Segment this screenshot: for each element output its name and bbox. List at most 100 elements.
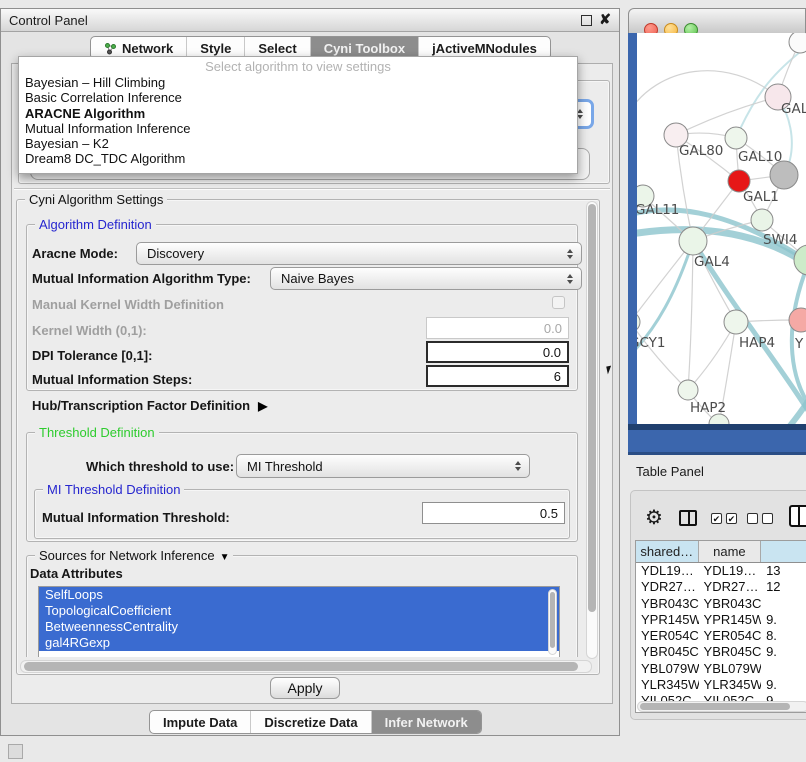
node-label: SWI4 (763, 232, 798, 248)
node-label: GAL (781, 101, 806, 117)
mi-steps-field[interactable]: 6 (426, 365, 569, 387)
algorithm-item[interactable]: ARACNE Algorithm (19, 106, 577, 121)
tab-label: Style (200, 41, 231, 56)
network-window-titlebar[interactable] (628, 8, 806, 33)
table-cell: YBR045C (699, 644, 762, 660)
attribute-item[interactable]: gal4RGexp (39, 635, 559, 651)
table-cell: 13 (761, 563, 806, 579)
deselect-all-checkbox-icon[interactable] (762, 513, 773, 524)
column-header[interactable]: name (699, 541, 762, 562)
scrollbar-thumb[interactable] (640, 703, 790, 710)
select-all-checkbox-icon[interactable]: ✔ (711, 513, 722, 524)
tab-label: Select (258, 41, 296, 56)
dpi-tolerance-field[interactable]: 0.0 (426, 341, 569, 363)
column-header[interactable] (761, 541, 806, 562)
manual-kernel-checkbox[interactable] (552, 296, 565, 309)
deselect-all-checkbox-icon[interactable] (747, 513, 758, 524)
network-node[interactable] (770, 161, 798, 189)
mi-threshold-field[interactable]: 0.5 (422, 502, 565, 524)
algorithm-item[interactable]: Bayesian – K2 (19, 136, 577, 151)
network-node-swi4[interactable] (751, 209, 773, 231)
sources-title[interactable]: Sources for Network Inference▼ (35, 548, 233, 563)
column-layout-icon[interactable] (679, 510, 697, 526)
aracne-mode-combo[interactable]: Discovery (136, 242, 582, 265)
algorithm-item[interactable]: Basic Correlation Inference (19, 90, 577, 105)
control-panel-title: Control Panel (9, 13, 88, 28)
hub-section-label: Hub/Transcription Factor Definition (32, 398, 250, 413)
select-all-checkbox-icon[interactable]: ✔ (726, 513, 737, 524)
node-label: GCY1 (637, 335, 666, 351)
scrollbar-thumb[interactable] (588, 204, 596, 612)
table-row[interactable]: YPR145WYPR145W9. (636, 612, 806, 628)
column-header[interactable]: shared… (636, 541, 699, 562)
table-row[interactable]: YLR345WYLR345W9. (636, 677, 806, 693)
table-cell: YER054C (699, 628, 762, 644)
tab-label: Cyni Toolbox (324, 41, 405, 56)
table-cell: YBL079W (699, 661, 762, 677)
table-row[interactable]: YBL079WYBL079W (636, 661, 806, 677)
gear-icon[interactable]: ⚙ (645, 505, 663, 530)
algorithm-item[interactable]: Dream8 DC_TDC Algorithm (19, 151, 577, 166)
tab-label: Infer Network (385, 715, 468, 730)
algorithm-item[interactable]: Bayesian – Hill Climbing (19, 75, 577, 90)
expanded-arrow-icon[interactable]: ▼ (220, 552, 230, 563)
network-edge[interactable] (688, 241, 693, 390)
tab-impute-data[interactable]: Impute Data (150, 711, 250, 733)
algorithm-item[interactable]: Mutual Information Inference (19, 121, 577, 136)
network-graph[interactable]: GALGAL80GAL10GAL1GAL11SWI4GAL4GCY1HAP4YH… (637, 33, 806, 424)
table-row[interactable]: YDR27…YDR27…12 (636, 579, 806, 595)
settings-viewport: Algorithm Definition Aracne Mode: Discov… (18, 201, 586, 657)
network-node[interactable] (789, 33, 806, 53)
attribute-item[interactable]: BetweennessCentrality (39, 619, 559, 635)
settings-vscrollbar[interactable] (586, 201, 598, 659)
network-node-gcy1[interactable] (637, 312, 640, 332)
table-cell: YPR145W (699, 612, 762, 628)
table-row[interactable]: YBR043CYBR043C (636, 596, 806, 612)
cyni-bottom-tabbar: Impute DataDiscretize Data Infer Network (149, 710, 482, 734)
apply-button-label: Apply (287, 680, 322, 696)
network-canvas[interactable]: GALGAL80GAL10GAL1GAL11SWI4GAL4GCY1HAP4YH… (637, 33, 806, 424)
panel-grip[interactable] (8, 744, 23, 759)
network-edge[interactable] (676, 97, 778, 135)
table-cell: 12 (761, 579, 806, 595)
attribute-item[interactable]: TopologicalCoefficient (39, 603, 559, 619)
which-threshold-combo[interactable]: MI Threshold (236, 454, 530, 478)
node-table[interactable]: shared…name YDL19…YDL19…13YDR27…YDR27…12… (635, 540, 806, 713)
collapsed-arrow-icon[interactable]: ▶ (258, 399, 267, 413)
data-attributes-list[interactable]: SelfLoopsTopologicalCoefficientBetweenne… (38, 586, 560, 657)
node-label: GAL11 (637, 202, 679, 218)
network-node-gal10[interactable] (725, 127, 747, 149)
hub-section-toggle[interactable]: Hub/Transcription Factor Definition ▶ (32, 398, 267, 413)
apply-button[interactable]: Apply (270, 677, 340, 699)
table-row[interactable]: YBR045CYBR045C9. (636, 644, 806, 660)
tab-infer-network[interactable]: Infer Network (371, 711, 481, 733)
network-node-hap4[interactable] (724, 310, 748, 334)
float-window-icon[interactable] (581, 15, 592, 26)
node-label: GAL80 (679, 143, 723, 159)
settings-hscrollbar[interactable] (20, 660, 592, 673)
node-label: GAL10 (738, 149, 782, 165)
table-row[interactable]: YER054CYER054C8. (636, 628, 806, 644)
mi-type-label: Mutual Information Algorithm Type: (32, 271, 251, 286)
table-hscrollbar[interactable] (637, 701, 806, 712)
close-window-icon[interactable]: ✘ (599, 11, 611, 28)
attributes-scrollbar[interactable] (548, 589, 557, 655)
attribute-item[interactable]: SelfLoops (39, 587, 559, 603)
scrollbar-thumb[interactable] (24, 662, 578, 671)
table-row[interactable]: YDL19…YDL19…13 (636, 563, 806, 579)
table-function-icon[interactable] (789, 505, 806, 527)
kernel-width-field[interactable]: 0.0 (426, 317, 569, 339)
tab-label: jActiveMNodules (432, 41, 537, 56)
network-node-gal4[interactable] (679, 227, 707, 255)
network-edge[interactable] (637, 71, 778, 115)
tab-discretize-data[interactable]: Discretize Data (250, 711, 370, 733)
table-cell (761, 596, 806, 612)
combo-stepper-icon (567, 274, 573, 284)
table-panel-title: Table Panel (636, 464, 704, 479)
network-edge[interactable] (637, 322, 688, 390)
scrollbar-thumb[interactable] (550, 592, 555, 648)
mi-type-combo[interactable]: Naive Bayes (270, 267, 582, 290)
algorithm-popup: Select algorithm to view settings Bayesi… (18, 56, 578, 174)
network-node-hap2[interactable] (678, 380, 698, 400)
dpi-tolerance-value: 0.0 (543, 345, 561, 360)
